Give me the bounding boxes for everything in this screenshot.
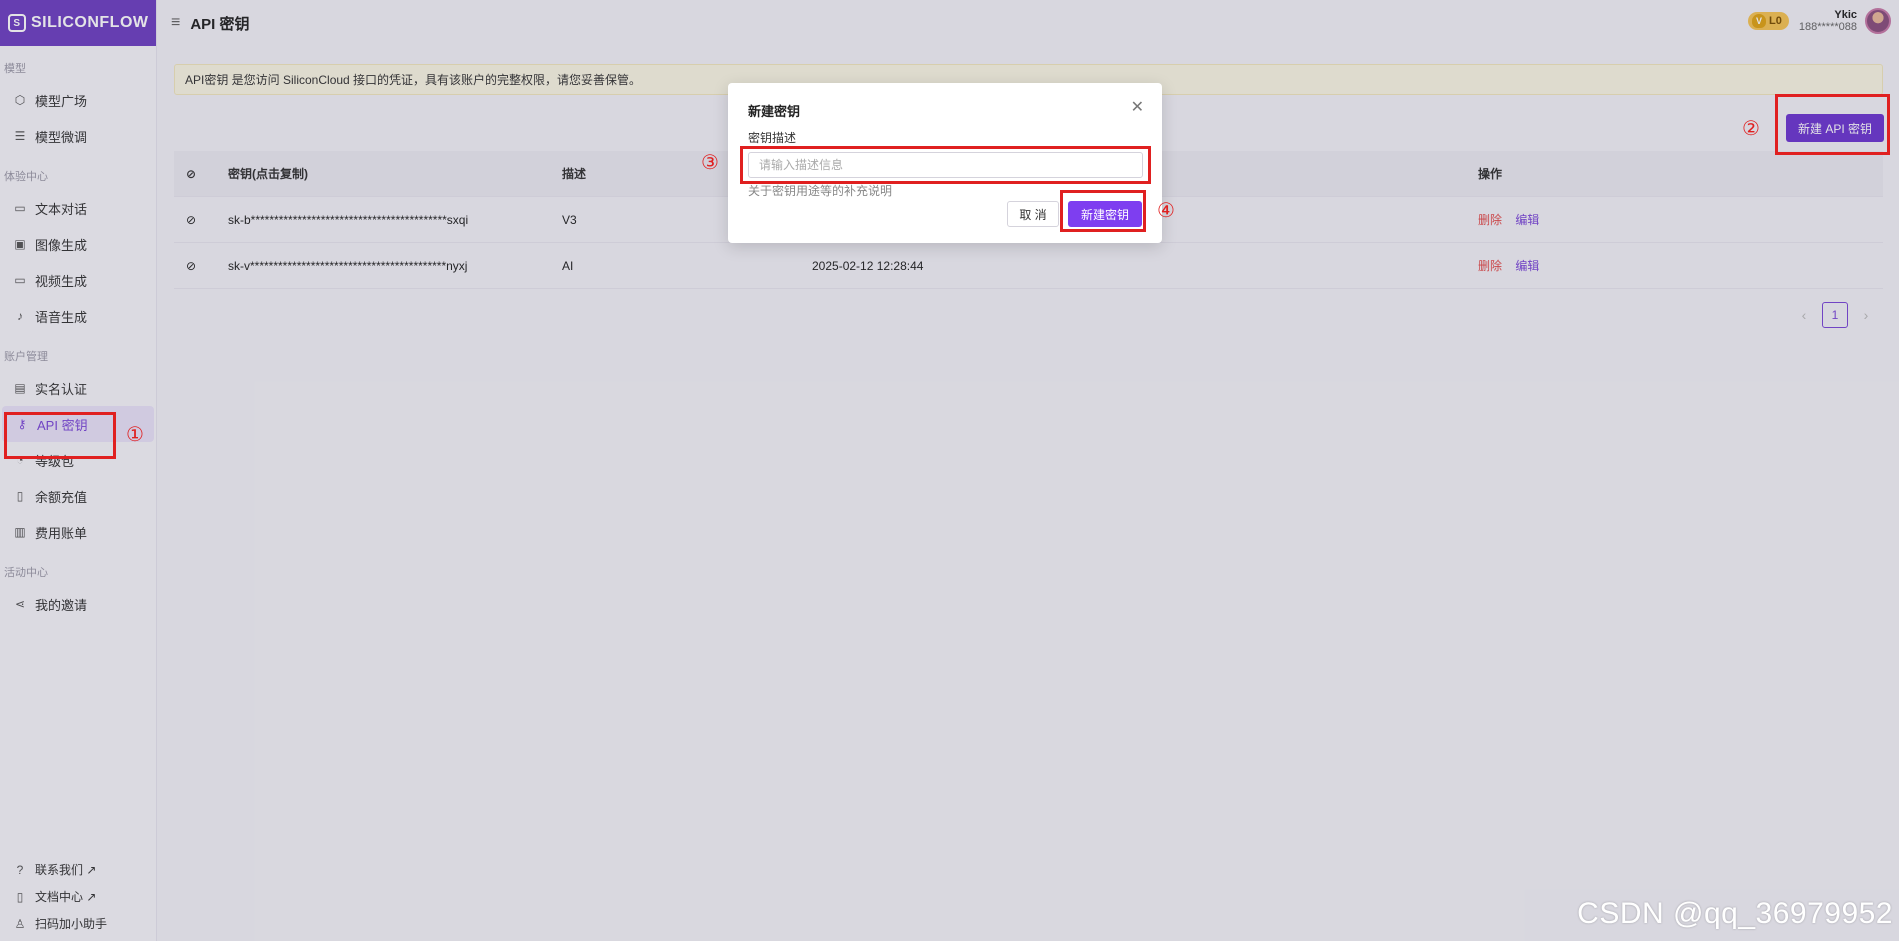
- field-label: 密钥描述: [748, 131, 797, 145]
- annotation-number-4: ④: [1157, 198, 1175, 222]
- field-hint: 关于密钥用途等的补充说明: [748, 184, 893, 198]
- watermark: CSDN @qq_36979952: [1577, 897, 1893, 930]
- close-icon[interactable]: ✕: [1131, 97, 1144, 117]
- annotation-number-2: ②: [1742, 116, 1760, 140]
- annotation-box-2: [1775, 94, 1890, 155]
- annotation-box-4: [1060, 190, 1146, 232]
- annotation-number-3: ③: [701, 150, 719, 174]
- modal-title: 新建密钥: [748, 104, 801, 119]
- annotation-box-3: [740, 146, 1151, 184]
- cancel-button[interactable]: 取 消: [1007, 201, 1059, 227]
- annotation-box-1: [4, 412, 116, 459]
- annotation-number-1: ①: [126, 422, 144, 446]
